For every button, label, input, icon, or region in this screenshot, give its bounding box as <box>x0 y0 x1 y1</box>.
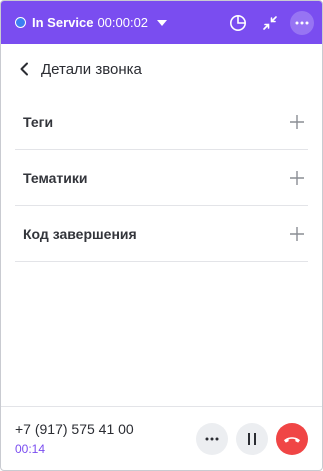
hangup-button[interactable] <box>276 422 308 455</box>
call-widget: In Service 00:00:02 Детали звонка Теги Т… <box>0 0 323 471</box>
phone-number: +7 (917) 575 41 00 <box>15 420 134 437</box>
section-label: Код завершения <box>23 225 137 242</box>
chevron-down-icon[interactable] <box>157 19 168 26</box>
status-timer: 00:00:02 <box>97 15 149 30</box>
page-title: Детали звонка <box>41 60 142 78</box>
minimize-icon[interactable] <box>258 11 282 35</box>
details-sections: Теги Тематики Код завершения <box>15 94 308 262</box>
plus-icon[interactable] <box>286 111 308 133</box>
pie-chart-icon[interactable] <box>226 11 250 35</box>
section-tags[interactable]: Теги <box>15 94 308 150</box>
plus-icon[interactable] <box>286 167 308 189</box>
section-label: Теги <box>23 113 54 130</box>
pause-button[interactable] <box>236 422 268 455</box>
chevron-left-icon[interactable] <box>15 60 33 78</box>
call-footer: +7 (917) 575 41 00 00:14 <box>1 406 322 470</box>
more-icon <box>205 437 219 440</box>
status-label: In Service <box>32 15 94 30</box>
section-label: Тематики <box>23 169 88 186</box>
more-icon[interactable] <box>290 10 314 35</box>
hangup-icon <box>284 436 300 443</box>
call-more-button[interactable] <box>196 422 228 455</box>
call-duration: 00:14 <box>15 441 46 456</box>
section-completion-code[interactable]: Код завершения <box>15 206 308 262</box>
page-header: Детали звонка <box>15 57 142 81</box>
status-dot-icon <box>15 17 26 28</box>
call-status-bar: In Service 00:00:02 <box>1 1 322 44</box>
plus-icon[interactable] <box>286 223 308 245</box>
call-info: +7 (917) 575 41 00 00:14 <box>15 420 188 458</box>
pause-icon <box>248 432 256 445</box>
section-topics[interactable]: Тематики <box>15 150 308 206</box>
